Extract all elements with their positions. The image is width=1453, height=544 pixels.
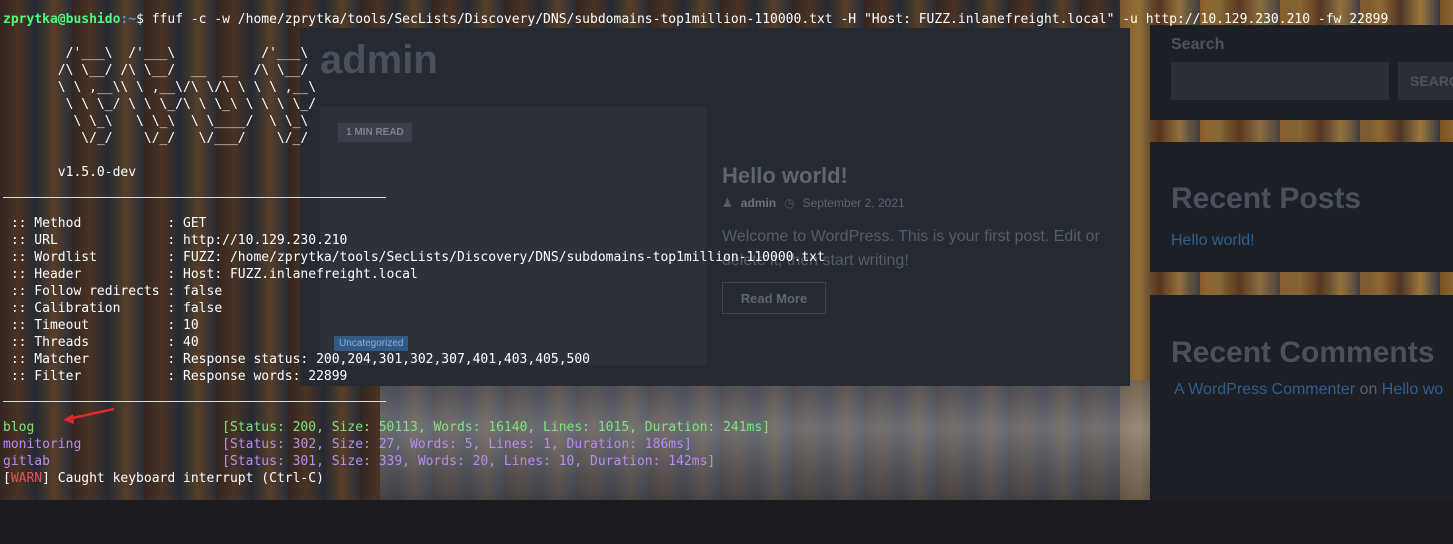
result-spacer <box>81 437 222 452</box>
config-line: :: Threads : 40 <box>3 335 199 350</box>
config-line: :: Header : Host: FUZZ.inlanefreight.loc… <box>3 267 418 282</box>
prompt-symbol: $ <box>136 12 144 27</box>
result-details: [Status: 200, Size: 50113, Words: 16140,… <box>222 420 771 435</box>
result-spacer <box>50 454 222 469</box>
result-row: gitlab [Status: 301, Size: 339, Words: 2… <box>3 453 715 470</box>
warn-tag: WARN <box>10 471 43 486</box>
terminal-output[interactable]: zprytka@bushido:~$ ffuf -c -w /home/zpry… <box>0 0 1453 500</box>
prompt-user-host: zprytka@bushido <box>3 12 121 27</box>
ffuf-banner-line: \ \ ,__\\ \ ,__\/\ \/\ \ \ \ ,__\ <box>3 80 317 95</box>
result-row: monitoring [Status: 302, Size: 27, Words… <box>3 436 692 453</box>
version-line: v1.5.0-dev <box>3 165 137 180</box>
prompt-path: :~ <box>120 12 137 27</box>
ffuf-banner-line: \ \_\ \ \_\ \ \____/ \ \_\ <box>3 114 309 129</box>
warning-line: [WARN] Caught keyboard interrupt (Ctrl-C… <box>3 470 324 487</box>
config-line: :: Matcher : Response status: 200,204,30… <box>3 352 590 367</box>
config-line: :: Wordlist : FUZZ: /home/zprytka/tools/… <box>3 250 825 265</box>
ffuf-banner-line: /'___\ /'___\ /'___\ <box>3 46 309 61</box>
config-line: :: Timeout : 10 <box>3 318 199 333</box>
config-line: :: Method : GET <box>3 216 207 231</box>
red-arrow-annotation <box>63 407 115 424</box>
ffuf-banner-line: \/_/ \/_/ \/___/ \/_/ <box>3 131 309 146</box>
divider <box>3 197 386 198</box>
result-details: [Status: 302, Size: 27, Words: 5, Lines:… <box>222 437 692 452</box>
result-subdomain: blog <box>3 420 35 435</box>
divider <box>3 401 386 402</box>
ffuf-banner-line: \ \ \_/ \ \ \_/\ \ \_\ \ \ \ \_/ <box>3 97 317 112</box>
config-line: :: Filter : Response words: 22899 <box>3 369 348 384</box>
command-text: ffuf -c -w /home/zprytka/tools/SecLists/… <box>143 12 1389 27</box>
warn-bracket-open: [ <box>3 471 11 486</box>
warn-message: ] Caught keyboard interrupt (Ctrl-C) <box>42 471 324 486</box>
ffuf-banner-line: /\ \__/ /\ \__/ __ __ /\ \__/ <box>3 63 309 78</box>
config-line: :: URL : http://10.129.230.210 <box>3 233 348 248</box>
config-line: :: Calibration : false <box>3 301 223 316</box>
result-subdomain: monitoring <box>3 437 82 452</box>
result-subdomain: gitlab <box>3 454 50 469</box>
command-line: zprytka@bushido:~$ ffuf -c -w /home/zpry… <box>3 11 1388 28</box>
config-line: :: Follow redirects : false <box>3 284 223 299</box>
result-details: [Status: 301, Size: 339, Words: 20, Line… <box>222 454 716 469</box>
